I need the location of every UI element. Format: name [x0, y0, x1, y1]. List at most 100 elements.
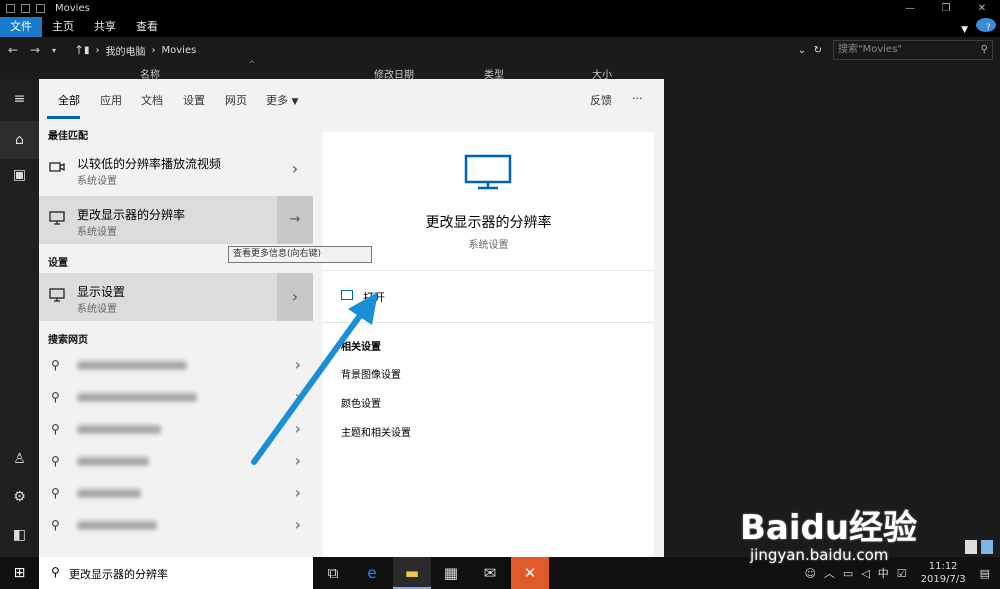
blurred-query [77, 393, 197, 402]
search-icon: ⚲ [51, 358, 60, 372]
watermark-brand: Baidu经验 [740, 508, 918, 548]
detail-subtitle: 系统设置 [468, 240, 509, 251]
help-icon[interactable]: ? [976, 18, 996, 33]
ribbon-tabs: 文件 主页 共享 查看 ▼ ? [0, 17, 1000, 37]
video-camera-icon [49, 162, 65, 172]
open-icon [341, 290, 353, 300]
breadcrumb-movies[interactable]: Movies [162, 45, 197, 56]
monitor-icon [464, 154, 512, 190]
tab-all[interactable]: 全部 [58, 92, 80, 108]
edge-browser-icon[interactable]: e [353, 557, 391, 589]
close-icon[interactable]: ✕ [964, 0, 1000, 17]
hamburger-menu-icon[interactable]: ≡ [0, 91, 39, 111]
monitor-icon [49, 288, 65, 302]
view-tiles-icon[interactable] [981, 540, 993, 554]
computer-icon: ▮ [84, 44, 90, 56]
chevron-right-icon: › [294, 387, 301, 406]
store-icon[interactable]: ▦ [432, 557, 470, 589]
address-box[interactable]: ▮ › 我的电脑 › Movies ⌄ ↻ [84, 40, 830, 60]
back-icon[interactable]: ← [8, 43, 22, 57]
more-options-icon[interactable]: ··· [632, 92, 643, 105]
account-icon[interactable]: ♙ [0, 451, 39, 473]
chevron-right-icon: › [294, 355, 301, 374]
chevron-right-icon: › [294, 419, 301, 438]
tab-apps[interactable]: 应用 [100, 92, 122, 108]
tab-more[interactable]: 更多 ▼ [266, 92, 298, 108]
related-link-colors[interactable]: 颜色设置 [341, 395, 381, 410]
address-dropdown-icon[interactable]: ⌄ [798, 45, 806, 56]
result-change-resolution[interactable]: 更改显示器的分辨率 系统设置 → [39, 196, 313, 244]
app-close-icon[interactable]: ✕ [511, 557, 549, 589]
ribbon-tab-view[interactable]: 查看 [126, 17, 168, 37]
section-best-match: 最佳匹配 [48, 131, 88, 142]
tab-settings[interactable]: 设置 [183, 92, 205, 108]
detail-title: 更改显示器的分辨率 [425, 215, 552, 231]
mail-icon[interactable]: ✉ [471, 557, 509, 589]
chevron-right-icon[interactable]: › [277, 273, 313, 321]
chevron-down-icon: ▼ [291, 97, 299, 107]
notification-icon[interactable]: ▤ [980, 567, 990, 580]
notebook-icon[interactable]: ▣ [0, 167, 39, 189]
search-panel: 全部 应用 文档 设置 网页 更多 ▼ 反馈 ··· 最佳匹配 以较低的分辨率播… [39, 79, 664, 557]
tab-documents[interactable]: 文档 [141, 92, 163, 108]
windows-start-icon[interactable]: ⊞ [0, 557, 39, 589]
window-controls: — ❐ ✕ [892, 0, 1000, 17]
ribbon-tab-home[interactable]: 主页 [42, 17, 84, 37]
watermark-url: jingyan.baidu.com [750, 546, 889, 564]
search-icon: ⚲ [980, 44, 988, 55]
related-link-background[interactable]: 背景图像设置 [341, 366, 401, 381]
recent-dropdown-icon[interactable]: ▾ [52, 46, 66, 55]
search-icon: ⚲ [51, 422, 60, 436]
restore-icon[interactable]: ❐ [928, 0, 964, 17]
address-bar-row: ← → ▾ ↑ ▮ › 我的电脑 › Movies ⌄ ↻ 搜索"Movies"… [0, 37, 1000, 63]
result-display-settings[interactable]: 显示设置 系统设置 › [39, 273, 313, 321]
feedback-link[interactable]: 反馈 [590, 92, 612, 108]
results-list: 最佳匹配 以较低的分辨率播放流视频 系统设置 › 更改显示器的分辨率 系统设置 … [39, 121, 313, 557]
blurred-query [77, 521, 157, 530]
result-low-res-video[interactable]: 以较低的分辨率播放流视频 系统设置 › [39, 145, 313, 193]
settings-gear-icon[interactable]: ⚙ [0, 489, 39, 511]
detail-pane: 更改显示器的分辨率 系统设置 打开 相关设置 背景图像设置 颜色设置 主题和相关… [323, 132, 654, 557]
web-result[interactable]: ⚲ › [39, 446, 313, 478]
taskbar-search-input[interactable]: ⚲ 更改显示器的分辨率 [39, 557, 313, 589]
sort-caret-icon: ^ [248, 60, 256, 70]
tab-web[interactable]: 网页 [225, 92, 247, 108]
divider [323, 270, 654, 271]
search-icon: ⚲ [51, 518, 60, 532]
baidu-watermark: Baidu经验 jingyan.baidu.com [740, 482, 980, 572]
chevron-right-icon: › [294, 451, 301, 470]
chevron-right-icon[interactable]: › [277, 145, 313, 193]
web-result[interactable]: ⚲ › [39, 510, 313, 542]
arrow-right-icon[interactable]: → [277, 196, 313, 244]
search-scope-tabs: 全部 应用 文档 设置 网页 更多 ▼ 反馈 ··· [39, 79, 664, 121]
blurred-query [77, 457, 149, 466]
start-sidebar: ≡ ⌂ ▣ ♙ ⚙ ◧ [0, 79, 39, 557]
open-button[interactable]: 打开 [363, 289, 385, 305]
monitor-icon [49, 211, 65, 225]
web-result[interactable]: ⚲ › [39, 382, 313, 414]
quick-access-check-icon[interactable] [21, 4, 30, 13]
ribbon-tab-share[interactable]: 共享 [84, 17, 126, 37]
search-icon: ⚲ [51, 454, 60, 468]
web-result[interactable]: ⚲ › [39, 478, 313, 510]
blurred-query [77, 425, 161, 434]
blurred-query [77, 489, 141, 498]
refresh-icon[interactable]: ↻ [814, 45, 822, 56]
web-result[interactable]: ⚲ › [39, 350, 313, 382]
forward-icon[interactable]: → [30, 43, 44, 57]
file-explorer-icon[interactable]: ▬ [393, 557, 431, 589]
home-icon[interactable]: ⌂ [0, 121, 39, 159]
related-link-themes[interactable]: 主题和相关设置 [341, 424, 411, 439]
task-view-icon[interactable]: ⧉ [314, 557, 352, 589]
related-settings-heading: 相关设置 [341, 342, 381, 353]
screen: Movies — ❐ ✕ 文件 主页 共享 查看 ▼ ? ← → ▾ ↑ ▮ ›… [0, 0, 1000, 589]
folder-icon[interactable] [36, 4, 45, 13]
chevron-right-icon: › [294, 483, 301, 502]
minimize-icon[interactable]: — [892, 0, 928, 17]
web-result[interactable]: ⚲ › [39, 414, 313, 446]
active-tab-indicator [47, 116, 80, 119]
breadcrumb-my-computer[interactable]: 我的电脑 [106, 43, 146, 58]
ribbon-tab-file[interactable]: 文件 [0, 17, 42, 37]
feedback-icon[interactable]: ◧ [0, 527, 39, 549]
explorer-search-input[interactable]: 搜索"Movies" ⚲ [833, 40, 993, 60]
